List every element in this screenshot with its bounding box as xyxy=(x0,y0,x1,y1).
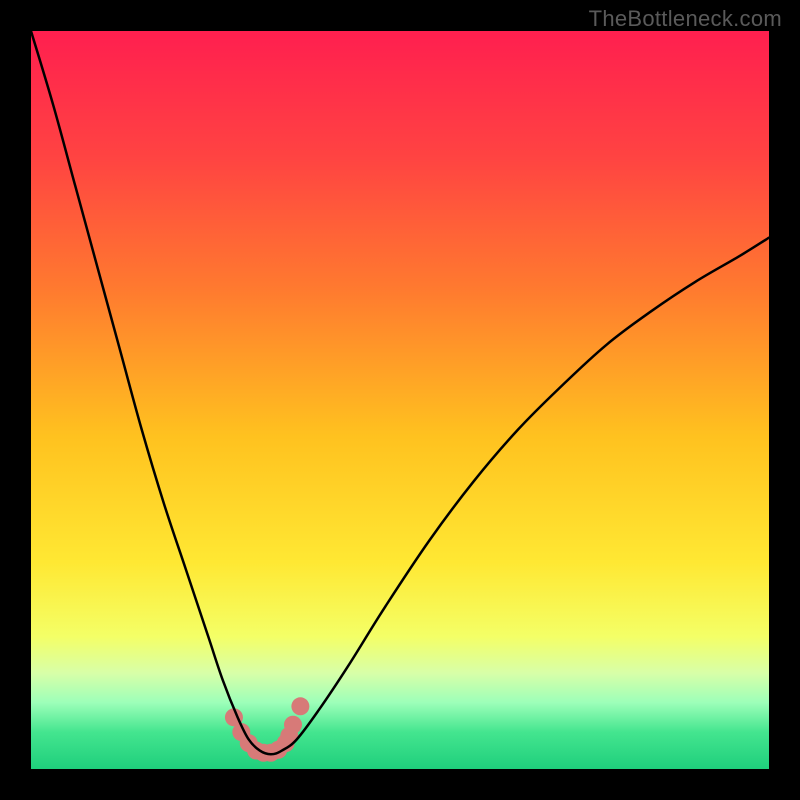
highlight-dot xyxy=(291,697,309,715)
chart-svg xyxy=(31,31,769,769)
plot-area xyxy=(31,31,769,769)
watermark-text: TheBottleneck.com xyxy=(589,6,782,32)
bottleneck-curve xyxy=(31,31,769,754)
highlight-dot xyxy=(284,716,302,734)
chart-stage: TheBottleneck.com xyxy=(0,0,800,800)
highlight-dots xyxy=(225,697,309,761)
